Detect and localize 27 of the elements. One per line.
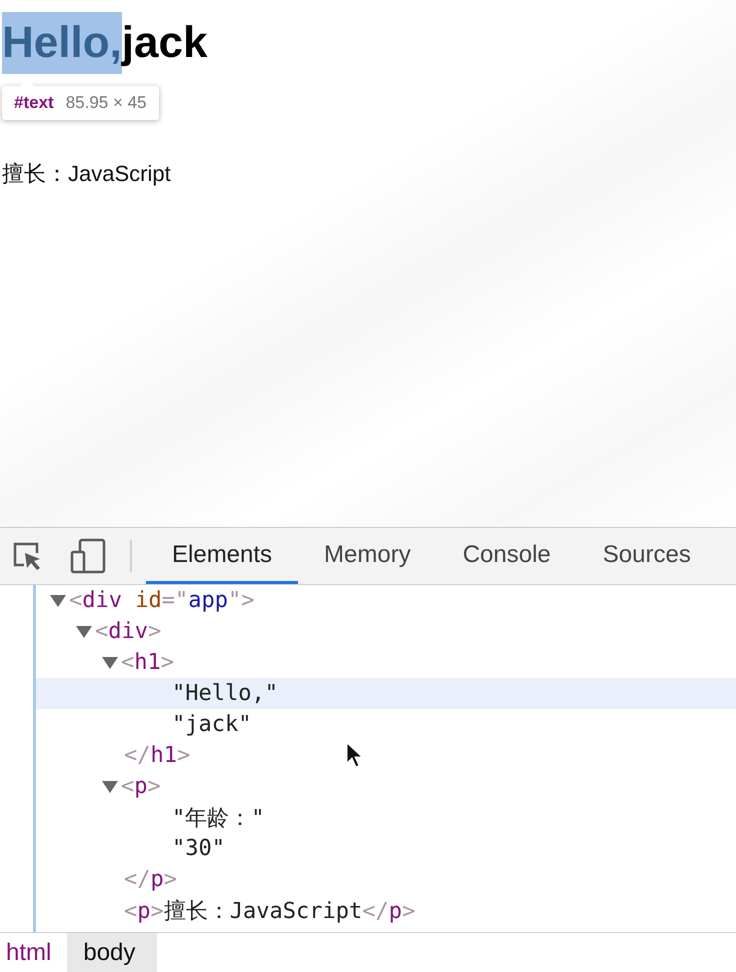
panel-tab[interactable]: Memory bbox=[298, 528, 437, 584]
code-line[interactable]: <p> bbox=[121, 774, 161, 799]
code-line[interactable]: "Hello," bbox=[172, 681, 278, 706]
heading-text: jack bbox=[122, 17, 208, 69]
node-label: #text bbox=[14, 92, 54, 114]
breadcrumb[interactable]: html bbox=[0, 933, 68, 972]
breadcrumb[interactable]: body bbox=[67, 933, 158, 972]
code-line[interactable]: <div> bbox=[95, 619, 162, 644]
expand-triangle-icon[interactable] bbox=[102, 780, 118, 792]
cursor-icon bbox=[346, 742, 362, 768]
code-line[interactable]: "jack" bbox=[172, 712, 252, 737]
code-line[interactable]: <p>擅长：JavaScript</p> bbox=[124, 896, 416, 926]
paragraph-text: 擅长：JavaScript bbox=[2, 161, 172, 187]
expand-triangle-icon[interactable] bbox=[50, 594, 66, 606]
code-line[interactable]: "30" bbox=[172, 836, 225, 861]
code-line[interactable]: <h1> bbox=[121, 650, 174, 675]
panel-tab[interactable]: Sources bbox=[576, 528, 717, 584]
code-line[interactable]: "年龄：" bbox=[172, 802, 264, 832]
size-label: 85.95 × 45 bbox=[66, 92, 147, 114]
expand-triangle-icon[interactable] bbox=[76, 626, 92, 638]
code-line[interactable]: </h1> bbox=[124, 743, 190, 768]
code-line[interactable]: <div id="app"> bbox=[69, 588, 254, 613]
panel-tab[interactable]: Console bbox=[436, 528, 577, 584]
heading-text: Hello, bbox=[2, 12, 122, 74]
device-icon[interactable] bbox=[70, 538, 106, 574]
panel-tab[interactable]: Elements bbox=[146, 528, 298, 584]
code-line[interactable]: </p> bbox=[124, 867, 177, 892]
